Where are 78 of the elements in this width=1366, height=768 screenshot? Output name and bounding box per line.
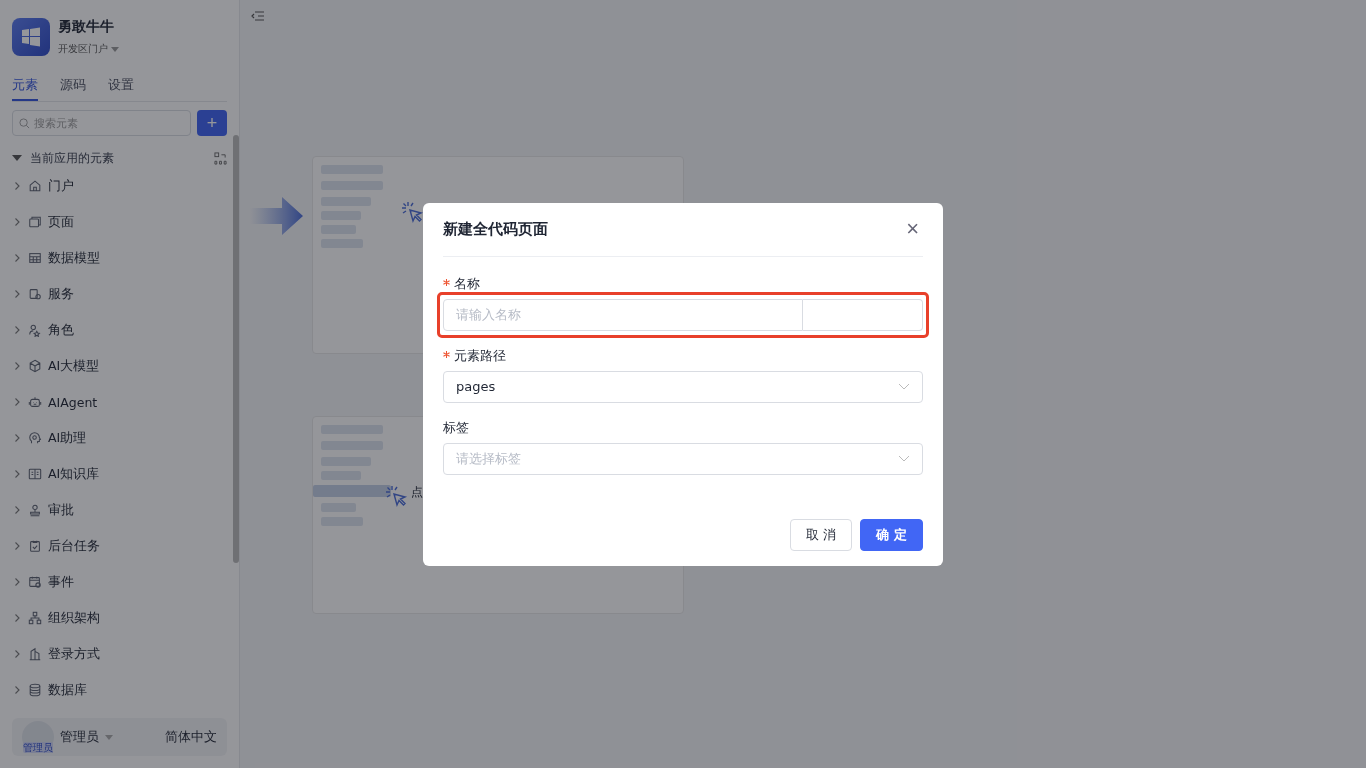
- item-icon: [28, 575, 42, 589]
- chevron-down-icon: [898, 382, 910, 391]
- guide-text: 点: [411, 484, 423, 501]
- app-logo-icon: [12, 18, 50, 56]
- item-icon: [28, 287, 42, 301]
- tree-item[interactable]: 服务: [12, 276, 227, 312]
- chevron-icon[interactable]: [12, 361, 22, 371]
- input-addon[interactable]: [803, 298, 923, 331]
- tab[interactable]: 设置: [108, 72, 134, 101]
- tree-item[interactable]: 组织架构: [12, 600, 227, 636]
- app-name: 勇敢牛牛: [58, 18, 115, 36]
- item-icon: [28, 359, 42, 373]
- item-icon: [28, 539, 42, 553]
- expand-caret-icon[interactable]: [12, 154, 22, 162]
- confirm-button[interactable]: 确 定: [860, 518, 923, 551]
- avatar: 管理员: [22, 721, 54, 753]
- search-icon: [19, 117, 30, 129]
- item-icon: [28, 683, 42, 697]
- chevron-icon[interactable]: [12, 685, 22, 695]
- chevron-icon[interactable]: [12, 289, 22, 299]
- select-field[interactable]: pages: [443, 370, 923, 403]
- dialog-title: 新建全代码页面: [443, 219, 549, 239]
- item-icon: [28, 467, 42, 481]
- tree-item[interactable]: 登录方式: [12, 636, 227, 672]
- chevron-icon[interactable]: [12, 613, 22, 623]
- chevron-icon[interactable]: [12, 469, 22, 479]
- item-icon: [28, 611, 42, 625]
- cancel-button[interactable]: 取 消: [790, 518, 853, 551]
- chevron-down-icon: [898, 454, 910, 463]
- required-icon: [443, 350, 450, 358]
- tree-item[interactable]: 后台任务: [12, 528, 227, 564]
- tree-item[interactable]: AI助理: [12, 420, 227, 456]
- item-icon: [28, 323, 42, 337]
- chevron-icon[interactable]: [12, 505, 22, 515]
- tree-item[interactable]: 页面: [12, 204, 227, 240]
- tab[interactable]: 元素: [12, 72, 38, 101]
- chevron-icon[interactable]: [12, 433, 22, 443]
- click-pointer-icon: [384, 484, 408, 508]
- field-label: 元素路径: [454, 347, 506, 363]
- field-label: 标签: [443, 419, 469, 435]
- tab[interactable]: 源码: [60, 72, 86, 101]
- caret-icon[interactable]: [105, 734, 113, 740]
- add-button[interactable]: +: [197, 110, 227, 136]
- close-button[interactable]: ×: [902, 218, 923, 240]
- item-icon: [28, 251, 42, 265]
- tree-item[interactable]: AI大模型: [12, 348, 227, 384]
- tree-item[interactable]: 事件: [12, 564, 227, 600]
- tree-item[interactable]: 角色: [12, 312, 227, 348]
- item-icon: [28, 647, 42, 661]
- chevron-icon[interactable]: [12, 541, 22, 551]
- tree-item[interactable]: AI知识库: [12, 456, 227, 492]
- chevron-icon[interactable]: [12, 217, 22, 227]
- group-title[interactable]: 当前应用的元素: [30, 149, 114, 167]
- item-icon: [28, 179, 42, 193]
- item-icon: [28, 215, 42, 229]
- item-icon: [28, 431, 42, 445]
- chevron-icon[interactable]: [12, 181, 22, 191]
- chevron-icon[interactable]: [12, 325, 22, 335]
- required-icon: [443, 278, 450, 286]
- item-icon: [28, 503, 42, 517]
- chevron-icon[interactable]: [12, 577, 22, 587]
- tree-item[interactable]: 数据库: [12, 672, 227, 708]
- name-input[interactable]: 请输入名称: [443, 298, 803, 331]
- collapse-icon[interactable]: [251, 9, 265, 23]
- chevron-icon[interactable]: [12, 397, 22, 407]
- tree-item[interactable]: AIAgent: [12, 384, 227, 420]
- field-label: 名称: [454, 275, 480, 291]
- chevron-icon[interactable]: [12, 253, 22, 263]
- portal-selector[interactable]: 开发区门户: [58, 42, 108, 56]
- caret-icon[interactable]: [111, 46, 119, 52]
- tree-item[interactable]: 审批: [12, 492, 227, 528]
- click-pointer-icon: [400, 200, 424, 224]
- tree-item[interactable]: 门户: [12, 168, 227, 204]
- user-menu[interactable]: 管理员: [60, 728, 99, 746]
- language-selector[interactable]: 简体中文: [165, 728, 217, 746]
- tree-item[interactable]: 数据模型: [12, 240, 227, 276]
- item-icon: [28, 395, 42, 409]
- chevron-icon[interactable]: [12, 649, 22, 659]
